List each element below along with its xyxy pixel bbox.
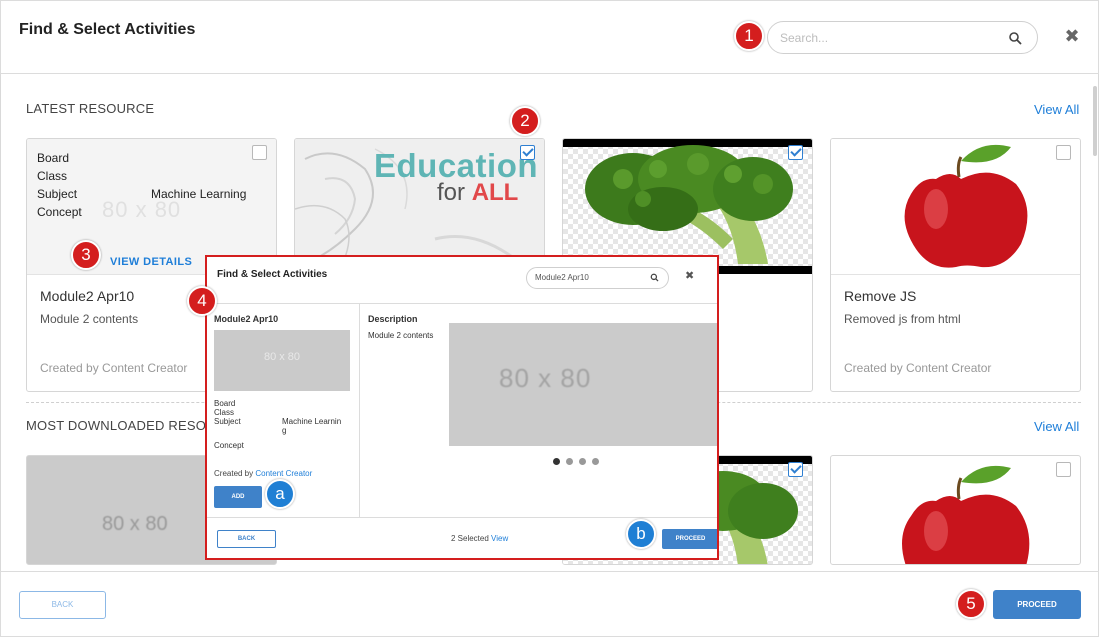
description-text: Module 2 contents [368,331,434,340]
popup-creator: Created by Content Creator [214,469,312,478]
selected-view-link[interactable]: View [491,534,508,543]
callout-marker-3: 3 [71,240,101,270]
meta-subject-row: Subject Machine Learnin g [214,417,341,435]
popup-item-name: Module2 Apr10 [214,314,279,324]
meta-concept-label: Concept [214,441,244,450]
for-text: for [437,179,466,206]
thumb-placeholder-text: 80 x 80 [102,197,182,222]
carousel-dot[interactable] [566,458,573,465]
card-title: Module2 Apr10 [40,288,135,304]
popup-search-input[interactable]: Module2 Apr10 [535,273,589,282]
card-info-panel: Board Class Subject Machine Learning Conc… [27,139,276,274]
search-icon[interactable] [650,273,659,282]
add-button[interactable]: ADD [214,486,262,508]
most-downloaded-heading: MOST DOWNLOADED RESOU [26,418,216,433]
card-divider [831,274,1080,275]
callout-marker-5: 5 [956,589,986,619]
select-checkbox[interactable] [788,462,803,477]
details-popup: Find & Select Activities Module2 Apr10 ✖… [205,255,719,560]
scrollbar[interactable] [1093,86,1097,156]
carousel-dot[interactable] [592,458,599,465]
carousel-dot[interactable] [579,458,586,465]
search-icon[interactable] [1008,31,1022,45]
select-checkbox[interactable] [1056,145,1071,160]
popup-preview-image: 80 x 80 [449,323,717,446]
meta-subject-value-text: Machine Learnin [282,417,342,426]
callout-marker-4: 4 [187,286,217,316]
dialog-title: Find & Select Activities [19,21,196,38]
callout-marker-a: a [265,479,295,509]
card-creator: Created by Content Creator [40,361,188,375]
latest-view-all-link[interactable]: View All [1034,102,1079,117]
downloaded-card-apple[interactable] [830,455,1081,565]
selected-count: 2 Selected View [451,534,508,543]
card-description: Removed js from html [844,312,961,326]
select-checkbox[interactable] [1056,462,1071,477]
apple-image [831,139,1080,274]
popup-header-divider [207,303,717,304]
close-icon[interactable]: ✖ [1064,27,1080,45]
card-description: Module 2 contents [40,312,139,326]
callout-marker-b: b [626,519,656,549]
dialog-header: Find & Select Activities ✖ [0,0,1099,74]
select-checkbox[interactable] [520,145,535,160]
popup-back-button[interactable]: BACK [217,530,276,548]
back-button[interactable]: BACK [19,591,106,619]
most-downloaded-view-all-link[interactable]: View All [1034,419,1079,434]
view-details-link[interactable]: VIEW DETAILS [110,256,192,268]
all-text: ALL [471,179,519,206]
card-title: Remove JS [844,288,917,304]
meta-subject-value-wrap: g [282,426,287,435]
resource-card-remove-js[interactable]: Remove JS Removed js from html Created b… [830,138,1081,392]
meta-subject-value: Machine Learning [282,417,341,435]
popup-item-thumb: 80 x 80 [214,330,350,391]
callout-marker-2: 2 [510,106,540,136]
search-input[interactable] [780,29,1000,47]
education-for-text: for ALL [437,179,518,207]
selected-text: 2 Selected [451,534,492,543]
broccoli-image [563,139,812,274]
popup-title: Find & Select Activities [217,269,328,280]
apple-icon [904,144,1028,268]
proceed-button[interactable]: PROCEED [993,590,1081,619]
creator-prefix: Created by [214,469,256,478]
popup-search-box[interactable]: Module2 Apr10 [526,267,669,289]
apple-icon [902,465,1030,564]
popup-meta: Board Class Subject Machine Learnin g Con… [214,399,341,450]
latest-resource-heading: LATEST RESOURCE [26,101,155,116]
carousel-dot[interactable] [553,458,560,465]
description-label: Description [368,314,418,324]
popup-footer-divider [207,517,717,518]
preview-placeholder-text: 80 x 80 [499,363,592,393]
card-creator: Created by Content Creator [844,361,992,375]
meta-class-label: Class [37,169,68,183]
popup-column-divider [359,304,360,517]
education-image: Education for ALL [295,139,544,274]
carousel-dots [553,458,599,465]
dialog-footer: BACK PROCEED [0,571,1099,637]
thumb-placeholder-text: 80 x 80 [102,513,168,535]
thumb-placeholder-text: 80 x 80 [263,351,301,363]
select-checkbox[interactable] [252,145,267,160]
callout-marker-1: 1 [734,21,764,51]
select-checkbox[interactable] [788,145,803,160]
meta-class-label: Class [214,408,235,417]
meta-subject-label: Subject [214,417,241,426]
meta-board-label: Board [214,399,236,408]
broccoli-icon [563,139,812,274]
search-box[interactable] [767,21,1038,54]
creator-link[interactable]: Content Creator [255,469,312,478]
meta-board-label: Board [37,151,70,165]
popup-proceed-button[interactable]: PROCEED [662,529,717,549]
close-icon[interactable]: ✖ [685,269,694,282]
